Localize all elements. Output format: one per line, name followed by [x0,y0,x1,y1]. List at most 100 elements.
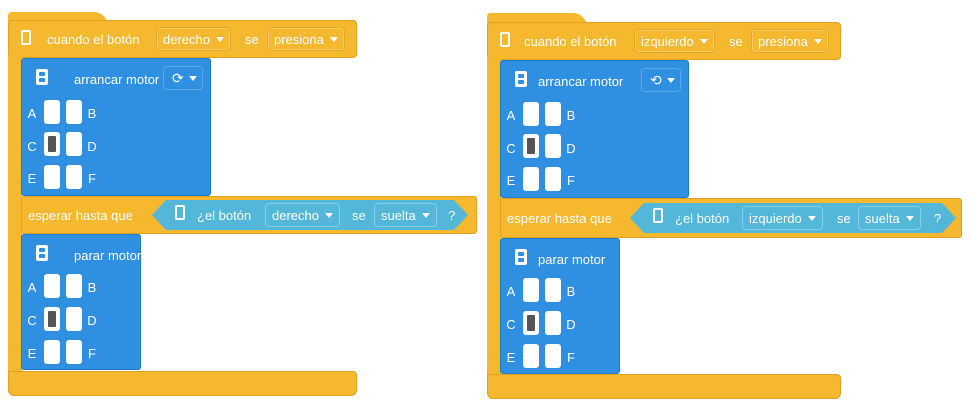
action-dropdown[interactable]: presiona [267,27,345,51]
phone-icon [500,32,510,47]
stop-motor-label: parar motor [74,248,142,263]
port-label-f: F [567,173,575,188]
port-label-b: B [87,106,97,121]
action-dropdown-value: presiona [274,31,324,47]
start-motor-label: arrancar motor [74,72,160,87]
port-c[interactable] [44,307,60,331]
button-dropdown-value: izquierdo [641,33,694,49]
condition-button-value: derecho [272,207,319,223]
port-label-b: B [566,108,576,123]
button-dropdown[interactable]: derecho [156,27,231,51]
port-f[interactable] [66,340,82,364]
port-e[interactable] [523,344,539,368]
condition-state-value: suelta [381,207,416,223]
chevron-down-icon [421,212,430,218]
port-c[interactable] [523,311,539,335]
direction-dropdown[interactable]: ⟳ [163,66,203,90]
wait-until-block[interactable]: esperar hasta que ¿el botón izquierdo se… [500,198,962,238]
button-dropdown[interactable]: izquierdo [634,29,715,53]
start-motor-block[interactable]: arrancar motor ⟳ A B C D E F [21,58,211,196]
port-label-d: D [566,317,576,332]
stop-motor-block[interactable]: parar motor A B C D E F [21,234,141,370]
port-f[interactable] [66,165,82,189]
chevron-down-icon [807,215,816,221]
rotate-counterclockwise-icon: ⟲ [650,71,662,88]
stop-motor-block[interactable]: parar motor A B C D E F [500,238,620,374]
chevron-down-icon [813,38,822,44]
port-a[interactable] [44,100,60,124]
port-a[interactable] [523,278,539,302]
event-block-foot [487,374,841,399]
se-label: se [245,32,259,47]
se-label: se [729,34,743,49]
condition-label: ¿el botón [197,208,252,223]
port-label-f: F [88,171,96,186]
chevron-down-icon [324,212,333,218]
port-label-b: B [566,284,576,299]
chevron-down-icon [699,38,708,44]
condition-se-label: se [837,211,851,226]
start-motor-block[interactable]: arrancar motor ⟲ A B C D E F [500,60,689,198]
chevron-down-icon [188,75,197,81]
condition-label: ¿el botón [675,211,730,226]
port-label-e: E [506,173,516,188]
event-block[interactable]: cuando el botón izquierdo se presiona [487,22,841,60]
port-label-a: A [27,280,37,295]
port-label-c: C [506,141,516,156]
port-label-e: E [27,346,37,361]
port-d[interactable] [66,132,82,156]
stop-motor-label: parar motor [538,252,606,267]
event-block-foot [8,371,357,396]
port-e[interactable] [44,165,60,189]
condition-state-dropdown[interactable]: suelta [858,206,921,230]
port-b[interactable] [545,102,561,126]
port-e[interactable] [523,167,539,191]
event-block[interactable]: cuando el botón derecho se presiona [8,20,357,58]
condition-button-value: izquierdo [749,210,802,226]
condition-qmark: ? [934,211,942,226]
port-label-e: E [27,171,37,186]
port-b[interactable] [545,278,561,302]
port-b[interactable] [66,274,82,298]
port-f[interactable] [545,167,561,191]
port-a[interactable] [523,102,539,126]
wait-label: esperar hasta que [507,211,612,226]
port-label-f: F [567,350,575,365]
phone-icon [175,205,185,220]
port-e[interactable] [44,340,60,364]
event-block-arm [8,56,22,376]
port-c[interactable] [523,134,539,158]
direction-dropdown[interactable]: ⟲ [641,68,681,92]
port-d[interactable] [66,307,82,331]
condition-button-dropdown[interactable]: derecho [265,203,340,227]
chevron-down-icon [905,215,914,221]
port-d[interactable] [545,134,561,158]
condition-button-dropdown[interactable]: izquierdo [742,206,823,230]
port-d[interactable] [545,311,561,335]
port-label-a: A [506,284,516,299]
wait-until-block[interactable]: esperar hasta que ¿el botón derecho se s… [21,196,477,234]
chevron-down-icon [666,77,675,83]
port-label-d: D [566,141,576,156]
condition-qmark: ? [448,208,456,223]
action-dropdown-value: presiona [758,33,808,49]
port-label-c: C [506,317,516,332]
start-motor-label: arrancar motor [538,74,624,89]
port-label-c: C [27,313,37,328]
port-f[interactable] [545,344,561,368]
event-label: cuando el botón [524,34,617,49]
event-block-arm [487,58,501,378]
port-c[interactable] [44,132,60,156]
port-b[interactable] [66,100,82,124]
port-label-c: C [27,139,37,154]
condition-state-dropdown[interactable]: suelta [374,203,437,227]
condition-se-label: se [352,208,366,223]
port-label-b: B [87,280,97,295]
port-label-d: D [87,139,97,154]
port-a[interactable] [44,274,60,298]
rotate-clockwise-icon: ⟳ [172,69,184,86]
phone-icon [653,208,663,223]
chevron-down-icon [215,36,224,42]
action-dropdown[interactable]: presiona [751,29,829,53]
port-label-e: E [506,350,516,365]
